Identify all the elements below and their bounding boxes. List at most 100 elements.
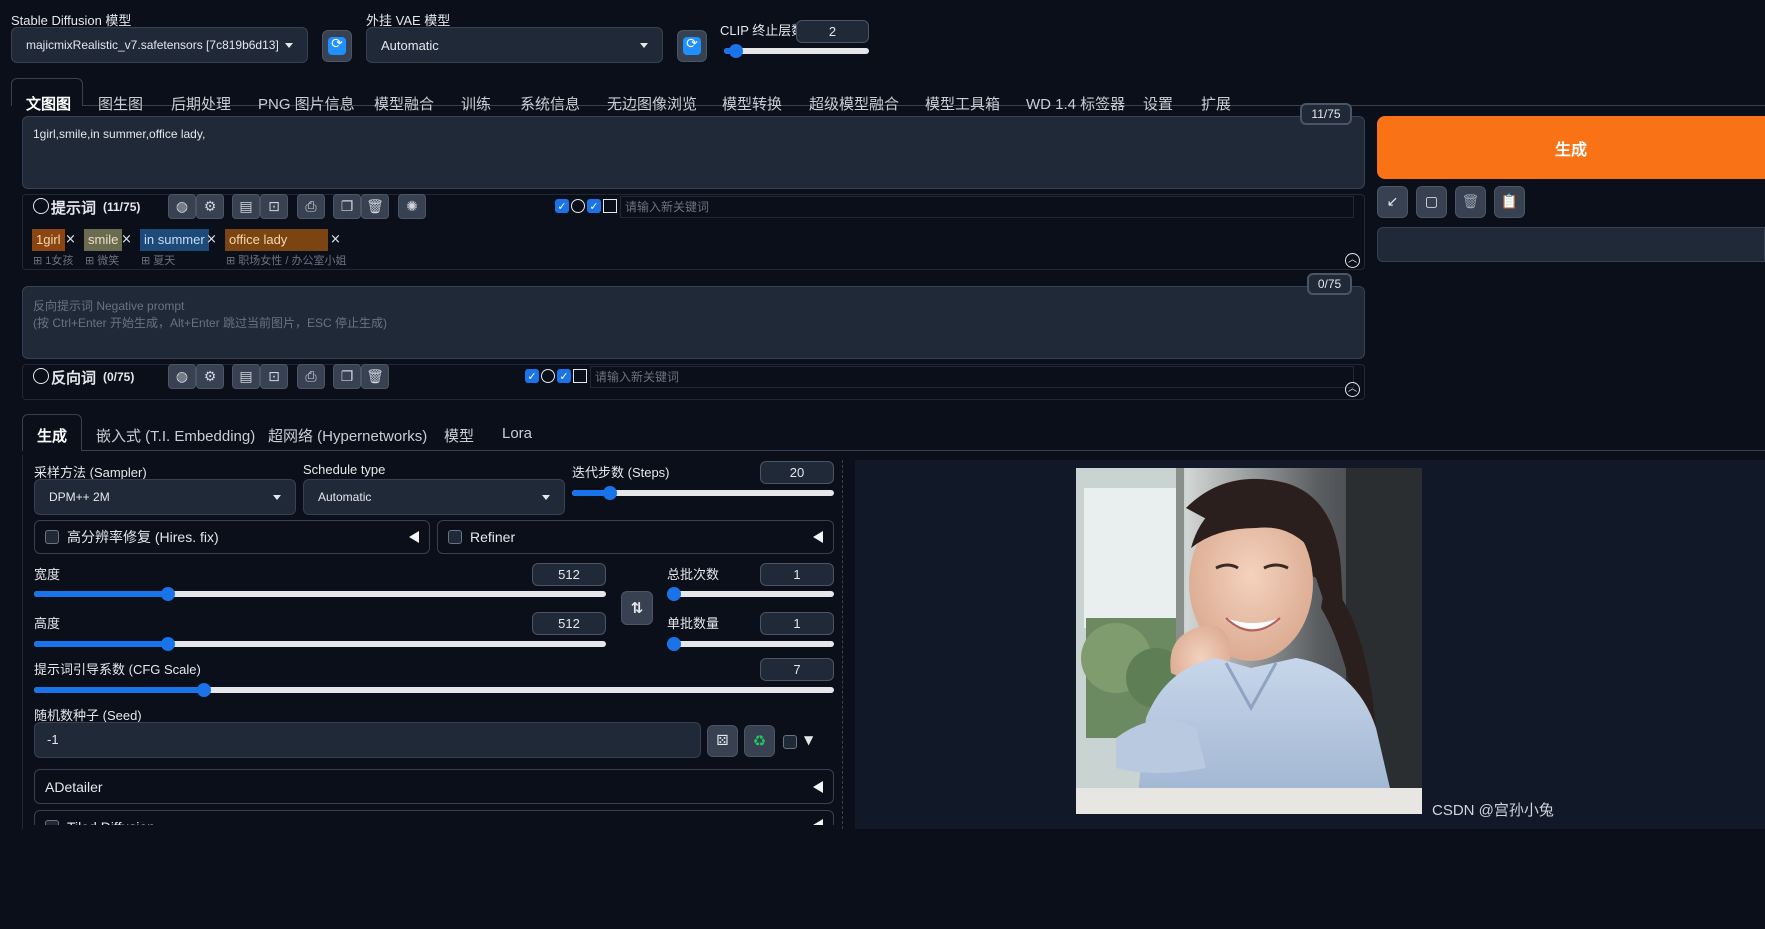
slider-handle[interactable] xyxy=(196,683,211,697)
swap-dimensions-button[interactable]: ⇅ xyxy=(621,591,653,625)
translate-icon[interactable]: ⎙ xyxy=(297,364,325,389)
chevron-up-icon[interactable]: ︿ xyxy=(1345,253,1360,268)
refresh-vae-button[interactable] xyxy=(677,30,707,62)
close-icon[interactable]: × xyxy=(330,232,341,247)
panel-icon[interactable] xyxy=(573,369,587,383)
panel-icon[interactable] xyxy=(603,199,617,213)
main-tab[interactable]: 设置 xyxy=(1143,93,1173,114)
cfg-slider[interactable] xyxy=(34,683,834,697)
history-icon[interactable]: ▤ xyxy=(232,364,260,389)
slider-handle[interactable] xyxy=(667,587,681,601)
width-input[interactable]: 512 xyxy=(532,563,606,586)
bookmark-icon[interactable]: ⊡ xyxy=(260,194,288,219)
clock-icon[interactable] xyxy=(541,369,555,383)
batch-count-input[interactable]: 1 xyxy=(760,563,834,586)
height-input[interactable]: 512 xyxy=(532,612,606,635)
close-icon[interactable]: × xyxy=(206,232,217,247)
slider-handle[interactable] xyxy=(728,44,743,58)
main-tab[interactable]: WD 1.4 标签器 xyxy=(1026,93,1125,114)
collapse-icon[interactable] xyxy=(33,368,49,384)
main-tab[interactable]: 图生图 xyxy=(98,93,143,114)
steps-input[interactable]: 20 xyxy=(760,461,834,484)
sub-tab[interactable]: Lora xyxy=(502,425,532,442)
clip-slider[interactable] xyxy=(724,44,869,58)
main-tab[interactable]: 文图图 xyxy=(26,93,71,114)
checkbox-icon[interactable]: ✓ xyxy=(587,199,601,213)
tag-in-summer[interactable]: in summer xyxy=(140,229,209,251)
tag-smile[interactable]: smile xyxy=(84,229,123,251)
tag-office-lady[interactable]: office lady xyxy=(225,229,328,251)
width-slider[interactable] xyxy=(34,587,606,601)
seed-extra-checkbox[interactable] xyxy=(783,735,797,749)
clock-icon[interactable] xyxy=(571,199,585,213)
slider-handle[interactable] xyxy=(160,587,175,601)
main-tab[interactable]: PNG 图片信息 xyxy=(258,93,355,114)
collapse-icon[interactable] xyxy=(33,198,49,214)
history-icon[interactable]: ▤ xyxy=(232,194,260,219)
generate-button[interactable]: 生成 xyxy=(1377,116,1765,179)
generated-image[interactable] xyxy=(1076,468,1422,814)
triangle-down-icon[interactable]: ▼ xyxy=(804,733,813,747)
main-tab[interactable]: 后期处理 xyxy=(171,93,231,114)
adetailer-accordion[interactable]: ADetailer xyxy=(34,769,834,804)
close-icon[interactable]: × xyxy=(65,232,76,247)
sub-tab[interactable]: 嵌入式 (T.I. Embedding) xyxy=(96,425,255,446)
trash-icon[interactable]: 🗑 xyxy=(1455,186,1486,218)
copy-icon[interactable]: ❐ xyxy=(333,364,361,389)
main-tab[interactable]: 系统信息 xyxy=(520,93,580,114)
main-tab[interactable]: 无边图像浏览 xyxy=(607,93,697,114)
prompt-textarea[interactable]: 1girl,smile,in summer,office lady, xyxy=(22,116,1365,189)
sub-tab[interactable]: 模型 xyxy=(444,425,474,446)
main-tab[interactable]: 模型转换 xyxy=(722,93,782,114)
checkbox-icon[interactable]: ✓ xyxy=(555,199,569,213)
hires-checkbox[interactable] xyxy=(45,530,59,544)
clip-value-input[interactable]: 2 xyxy=(796,20,869,43)
refresh-model-button[interactable] xyxy=(322,30,352,62)
tag-1girl[interactable]: 1girl xyxy=(32,229,65,251)
copy-icon[interactable]: ❐ xyxy=(333,194,361,219)
chevron-up-icon[interactable]: ︿ xyxy=(1345,382,1360,397)
gear-icon[interactable]: ⚙ xyxy=(196,194,224,219)
close-icon[interactable]: × xyxy=(121,232,132,247)
slider-handle[interactable] xyxy=(603,486,618,500)
sub-tab[interactable]: 超网络 (Hypernetworks) xyxy=(268,425,427,446)
sd-model-dropdown[interactable]: majicmixRealistic_v7.safetensors [7c819b… xyxy=(11,27,308,63)
schedule-dropdown[interactable]: Automatic xyxy=(303,479,565,515)
globe-icon[interactable]: ◍ xyxy=(168,364,196,389)
recycle-icon[interactable]: ♻ xyxy=(744,725,775,757)
prompt-keyword-input[interactable]: 请输入新关键词 xyxy=(620,196,1354,218)
negative-textarea[interactable]: 反向提示词 Negative prompt (按 Ctrl+Enter 开始生成… xyxy=(22,286,1365,359)
cfg-input[interactable]: 7 xyxy=(760,658,834,681)
batch-count-slider[interactable] xyxy=(667,587,834,601)
styles-dropdown[interactable] xyxy=(1377,227,1765,262)
main-tab[interactable]: 训练 xyxy=(461,93,491,114)
refiner-checkbox[interactable] xyxy=(448,530,462,544)
main-tab[interactable]: 模型工具箱 xyxy=(925,93,1000,114)
clipboard-icon[interactable]: 📋 xyxy=(1494,186,1525,218)
gear-icon[interactable]: ⚙ xyxy=(196,364,224,389)
hires-accordion[interactable]: 高分辨率修复 (Hires. fix) xyxy=(34,520,430,554)
steps-slider[interactable] xyxy=(572,486,834,500)
seed-input[interactable]: -1 xyxy=(34,722,701,758)
batch-size-input[interactable]: 1 xyxy=(760,612,834,635)
slider-handle[interactable] xyxy=(667,637,681,651)
negative-keyword-input[interactable]: 请输入新关键词 xyxy=(590,366,1354,388)
dice-icon[interactable]: ⚄ xyxy=(707,725,738,757)
vae-dropdown[interactable]: Automatic xyxy=(366,27,663,63)
sub-tab[interactable]: 生成 xyxy=(37,425,67,446)
slider-handle[interactable] xyxy=(160,637,175,651)
translate-icon[interactable]: ⎙ xyxy=(297,194,325,219)
openai-icon[interactable]: ✺ xyxy=(398,194,426,219)
checkbox-icon[interactable]: ✓ xyxy=(557,369,571,383)
checkbox-icon[interactable]: ✓ xyxy=(525,369,539,383)
trash-icon[interactable]: 🗑 xyxy=(361,364,389,389)
globe-icon[interactable]: ◍ xyxy=(168,194,196,219)
sampler-dropdown[interactable]: DPM++ 2M xyxy=(34,479,296,515)
square-icon[interactable]: ▢ xyxy=(1416,186,1447,218)
height-slider[interactable] xyxy=(34,637,606,651)
main-tab[interactable]: 模型融合 xyxy=(374,93,434,114)
batch-size-slider[interactable] xyxy=(667,637,834,651)
refiner-accordion[interactable]: Refiner xyxy=(437,520,834,554)
arrow-icon[interactable]: ↙ xyxy=(1377,186,1408,218)
bookmark-icon[interactable]: ⊡ xyxy=(260,364,288,389)
